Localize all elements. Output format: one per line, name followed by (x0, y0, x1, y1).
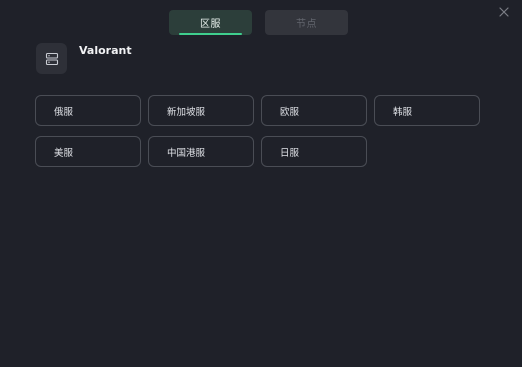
server-label: 俄服 (54, 106, 74, 118)
server-label: 日服 (280, 147, 300, 159)
tab-region[interactable]: 区服 (169, 10, 252, 35)
server-icon (36, 43, 67, 74)
server-button-us[interactable]: 美服 (35, 136, 141, 167)
server-button-hongkong[interactable]: 中国港服 (148, 136, 254, 167)
tab-node-label: 节点 (296, 19, 317, 30)
server-label: 美服 (54, 147, 74, 159)
server-button-singapore[interactable]: 新加坡服 (148, 95, 254, 126)
server-button-russia[interactable]: 俄服 (35, 95, 141, 126)
server-label: 中国港服 (167, 147, 206, 159)
server-button-europe[interactable]: 欧服 (261, 95, 367, 126)
close-icon[interactable] (498, 6, 510, 18)
tab-bar: 区服 节点 (169, 10, 348, 35)
server-button-japan[interactable]: 日服 (261, 136, 367, 167)
tab-region-label: 区服 (200, 19, 221, 30)
server-button-korea[interactable]: 韩服 (374, 95, 480, 126)
app-window: 区服 节点 Valorant 俄服 新加坡服 欧服 韩服 美服 中国港服 日服 (0, 0, 522, 367)
server-grid: 俄服 新加坡服 欧服 韩服 美服 中国港服 日服 (35, 95, 480, 167)
server-label: 新加坡服 (167, 106, 206, 118)
server-label: 欧服 (280, 106, 300, 118)
server-label: 韩服 (393, 106, 413, 118)
game-title: Valorant (79, 44, 132, 57)
game-header: Valorant (36, 43, 132, 74)
tab-node[interactable]: 节点 (265, 10, 348, 35)
